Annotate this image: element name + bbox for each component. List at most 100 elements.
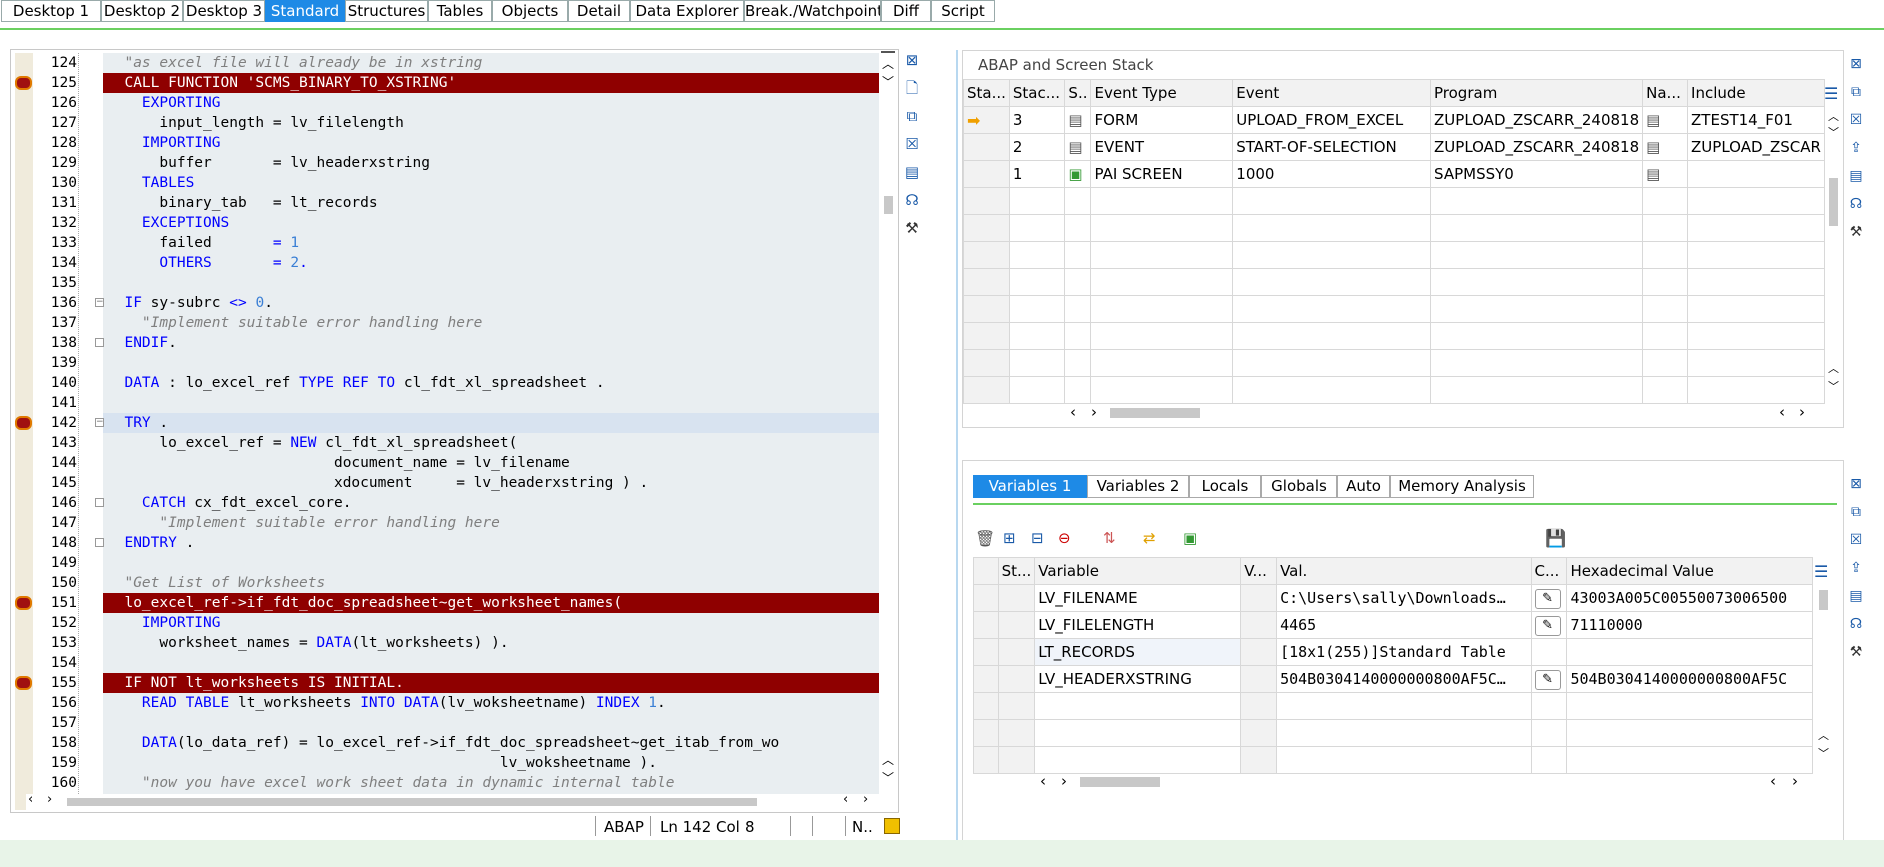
- editor-vertical-scrollbar[interactable]: ︿ ﹀ ︿ ﹀: [879, 51, 897, 794]
- scroll-up-icon[interactable]: ︿: [1828, 108, 1839, 124]
- tab-variables-2[interactable]: Variables 2: [1087, 475, 1189, 498]
- variable-row[interactable]: LT_RECORDS [18x1(255)]Standard Table: [973, 638, 1813, 666]
- stack-column-header[interactable]: Stac...: [1008, 79, 1066, 107]
- tab-detail[interactable]: Detail: [568, 0, 630, 22]
- variable-row[interactable]: LV_HEADERXSTRING 504B0304140000000800AF5C…: [973, 665, 1813, 693]
- row-selector[interactable]: [973, 584, 999, 612]
- tab-auto[interactable]: Auto: [1337, 475, 1390, 498]
- close-icon[interactable]: ☒: [1845, 110, 1867, 130]
- scroll-up-icon[interactable]: ︿: [882, 55, 894, 72]
- code-line[interactable]: ENDTRY .: [103, 533, 879, 553]
- copy-icon[interactable]: ⧉: [1845, 82, 1867, 102]
- stack-row[interactable]: [963, 214, 1825, 242]
- fold-toggle-icon[interactable]: −: [95, 418, 104, 427]
- tab-diff[interactable]: Diff: [881, 0, 931, 22]
- breakpoint-code-line[interactable]: lo_excel_ref->if_fdt_doc_spreadsheet~get…: [103, 593, 879, 613]
- variable-row[interactable]: [973, 719, 1813, 747]
- breakpoint-code-line[interactable]: CALL FUNCTION 'SCMS_BINARY_TO_XSTRING': [103, 73, 879, 93]
- scroll-down-icon[interactable]: ﹀: [882, 769, 894, 786]
- close-window-icon[interactable]: ⊠: [1845, 474, 1867, 494]
- row-selector[interactable]: [973, 719, 999, 747]
- code-line[interactable]: EXCEPTIONS: [103, 213, 879, 233]
- scroll-left-icon[interactable]: ‹: [1070, 403, 1076, 421]
- variable-row[interactable]: [973, 692, 1813, 720]
- code-area[interactable]: "as excel file will already be in xstrin…: [103, 53, 879, 794]
- variables-horizontal-scrollbar[interactable]: ‹ › ‹ ›: [1035, 772, 1810, 792]
- code-line[interactable]: "Implement suitable error handling here: [103, 513, 879, 533]
- scroll-down-icon[interactable]: ﹀: [1828, 124, 1839, 140]
- code-line[interactable]: DATA : lo_excel_ref TYPE REF TO cl_fdt_x…: [103, 373, 879, 393]
- stack-row[interactable]: 1 ▣ PAI SCREEN 1000 SAPMSSY0 ▤: [963, 160, 1825, 188]
- variables-column-header[interactable]: St...: [997, 557, 1036, 585]
- variable-value[interactable]: C:\Users\sally\Downloads…: [1276, 584, 1532, 612]
- variable-name[interactable]: LV_HEADERXSTRING: [1034, 665, 1242, 693]
- code-line[interactable]: IF sy-subrc <> 0.: [103, 293, 879, 313]
- breakpoint-icon[interactable]: [15, 596, 32, 610]
- save-icon[interactable]: 💾: [1545, 529, 1566, 549]
- export-icon[interactable]: ⇪: [1845, 558, 1867, 578]
- scroll-left-icon[interactable]: ‹: [1770, 772, 1776, 790]
- row-selector[interactable]: [973, 638, 999, 666]
- variables-column-header[interactable]: C...: [1530, 557, 1568, 585]
- copy-icon[interactable]: ⧉: [902, 106, 922, 126]
- code-line[interactable]: TABLES: [103, 173, 879, 193]
- fold-toggle-icon[interactable]: [95, 538, 104, 547]
- code-line[interactable]: "Get List of Worksheets: [103, 573, 879, 593]
- breakpoint-icon[interactable]: [15, 76, 32, 90]
- scroll-thumb[interactable]: [1110, 408, 1200, 418]
- stack-column-header[interactable]: Program: [1430, 79, 1644, 107]
- headset-icon[interactable]: ☊: [1845, 614, 1867, 634]
- scroll-left-icon[interactable]: ‹: [843, 792, 848, 807]
- tab-locals[interactable]: Locals: [1189, 475, 1261, 498]
- scroll-left-icon[interactable]: ‹: [1779, 403, 1785, 421]
- stack-row[interactable]: [963, 268, 1825, 296]
- scroll-right-icon[interactable]: ›: [1792, 772, 1798, 790]
- split-view-icon[interactable]: ▤: [1845, 586, 1867, 606]
- edit-value-button[interactable]: ✎: [1530, 611, 1568, 639]
- close-window-icon[interactable]: ⊠: [1845, 54, 1867, 74]
- row-selector[interactable]: [973, 692, 999, 720]
- variables-column-header[interactable]: V...: [1240, 557, 1278, 585]
- stack-row[interactable]: [963, 322, 1825, 350]
- code-line[interactable]: [103, 653, 879, 673]
- code-line[interactable]: IMPORTING: [103, 133, 879, 153]
- code-line[interactable]: ENDIF.: [103, 333, 879, 353]
- code-line[interactable]: [103, 353, 879, 373]
- tab-globals[interactable]: Globals: [1261, 475, 1337, 498]
- scroll-right-icon[interactable]: ›: [1061, 772, 1067, 790]
- scroll-thumb[interactable]: [1080, 777, 1160, 787]
- code-line[interactable]: failed = 1: [103, 233, 879, 253]
- tab-desktop-2[interactable]: Desktop 2: [101, 0, 183, 22]
- scroll-thumb[interactable]: [1819, 590, 1828, 610]
- scroll-down-icon[interactable]: ﹀: [882, 73, 894, 90]
- tools-icon[interactable]: ⚒: [1845, 222, 1867, 242]
- insert-below-icon[interactable]: ⊟: [1031, 529, 1044, 547]
- new-document-icon[interactable]: 🗋: [902, 78, 922, 98]
- scroll-up-icon[interactable]: ︿: [882, 751, 894, 768]
- breakpoint-icon[interactable]: [15, 416, 32, 430]
- stack-row[interactable]: [963, 349, 1825, 377]
- scroll-right-icon[interactable]: ›: [47, 792, 52, 807]
- scroll-up-icon[interactable]: ︿: [1818, 727, 1829, 743]
- editor-horizontal-scrollbar[interactable]: ‹ › ‹ ›: [26, 792, 896, 810]
- tab-tables[interactable]: Tables: [428, 0, 492, 22]
- copy-icon[interactable]: ⧉: [1845, 502, 1867, 522]
- layout-icon[interactable]: ▣: [1183, 529, 1197, 547]
- stack-row[interactable]: [963, 376, 1825, 404]
- stack-horizontal-scrollbar[interactable]: ‹ › ‹ ›: [1065, 403, 1815, 423]
- transfer-icon[interactable]: ⇄: [1143, 529, 1156, 547]
- scroll-right-icon[interactable]: ›: [1091, 403, 1097, 421]
- breakpoint-icon[interactable]: [15, 676, 32, 690]
- stack-row[interactable]: [963, 295, 1825, 323]
- variable-name[interactable]: LV_FILELENGTH: [1034, 611, 1242, 639]
- code-line[interactable]: IMPORTING: [103, 613, 879, 633]
- code-line[interactable]: CATCH cx_fdt_excel_core.: [103, 493, 879, 513]
- code-line[interactable]: "Implement suitable error handling here: [103, 313, 879, 333]
- delete-icon[interactable]: 🗑: [975, 529, 995, 548]
- fold-toggle-icon[interactable]: [95, 338, 104, 347]
- variables-column-header[interactable]: [973, 557, 999, 585]
- breakpoint-code-line[interactable]: IF NOT lt_worksheets IS INITIAL.: [103, 673, 879, 693]
- stack-row[interactable]: 2 ▤ EVENT START-OF-SELECTION ZUPLOAD_ZSCARR_…: [963, 133, 1825, 161]
- variable-value[interactable]: [18x1(255)]Standard Table: [1276, 638, 1532, 666]
- tools-icon[interactable]: ⚒: [902, 218, 922, 238]
